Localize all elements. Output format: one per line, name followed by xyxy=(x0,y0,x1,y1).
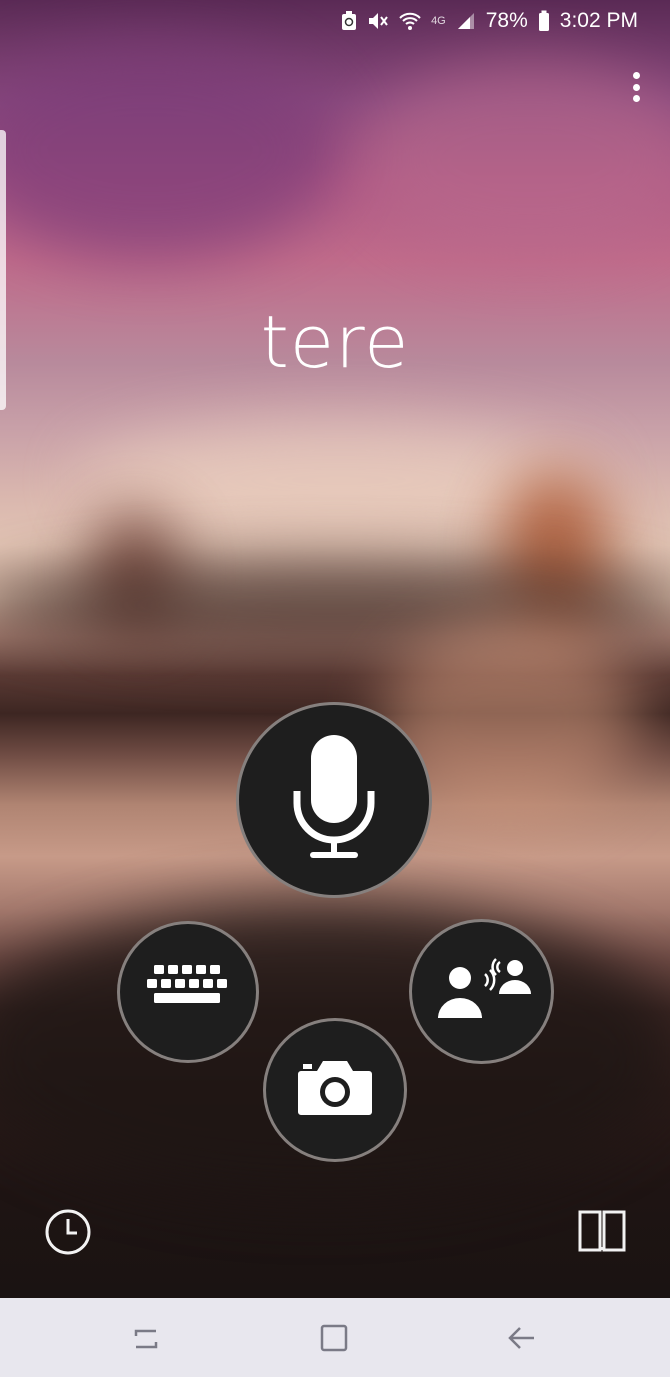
recent-apps-icon xyxy=(128,1329,164,1360)
phrasebook-button[interactable] xyxy=(576,1208,628,1254)
keyboard-button[interactable] xyxy=(117,921,259,1063)
microphone-icon xyxy=(289,733,379,868)
battery-saver-icon xyxy=(341,11,357,31)
signal-icon xyxy=(456,11,476,31)
navigation-bar xyxy=(0,1298,670,1377)
clock-time: 3:02 PM xyxy=(559,9,638,32)
microphone-button[interactable] xyxy=(236,702,432,898)
history-button[interactable] xyxy=(44,1208,92,1256)
recent-apps-button[interactable] xyxy=(128,1320,164,1356)
wifi-icon xyxy=(399,11,421,31)
history-clock-icon xyxy=(44,1209,92,1260)
phrasebook-icon xyxy=(576,1210,628,1258)
home-icon xyxy=(316,1324,352,1360)
camera-button[interactable] xyxy=(263,1018,407,1162)
conversation-icon xyxy=(432,956,532,1027)
back-button[interactable] xyxy=(504,1320,540,1356)
network-type-label: 4G xyxy=(431,15,446,27)
translated-phrase: tere xyxy=(260,300,410,384)
mute-icon xyxy=(367,11,389,31)
battery-percent: 78% xyxy=(485,9,528,32)
keyboard-icon xyxy=(146,964,230,1020)
more-options-button[interactable] xyxy=(628,72,644,102)
camera-icon xyxy=(297,1059,373,1122)
battery-icon xyxy=(538,10,550,32)
conversation-button[interactable] xyxy=(409,919,554,1064)
more-vert-icon xyxy=(632,72,640,79)
home-button[interactable] xyxy=(316,1320,352,1356)
back-icon xyxy=(504,1327,540,1360)
status-bar: 4G 78% 3:02 PM xyxy=(0,0,670,42)
